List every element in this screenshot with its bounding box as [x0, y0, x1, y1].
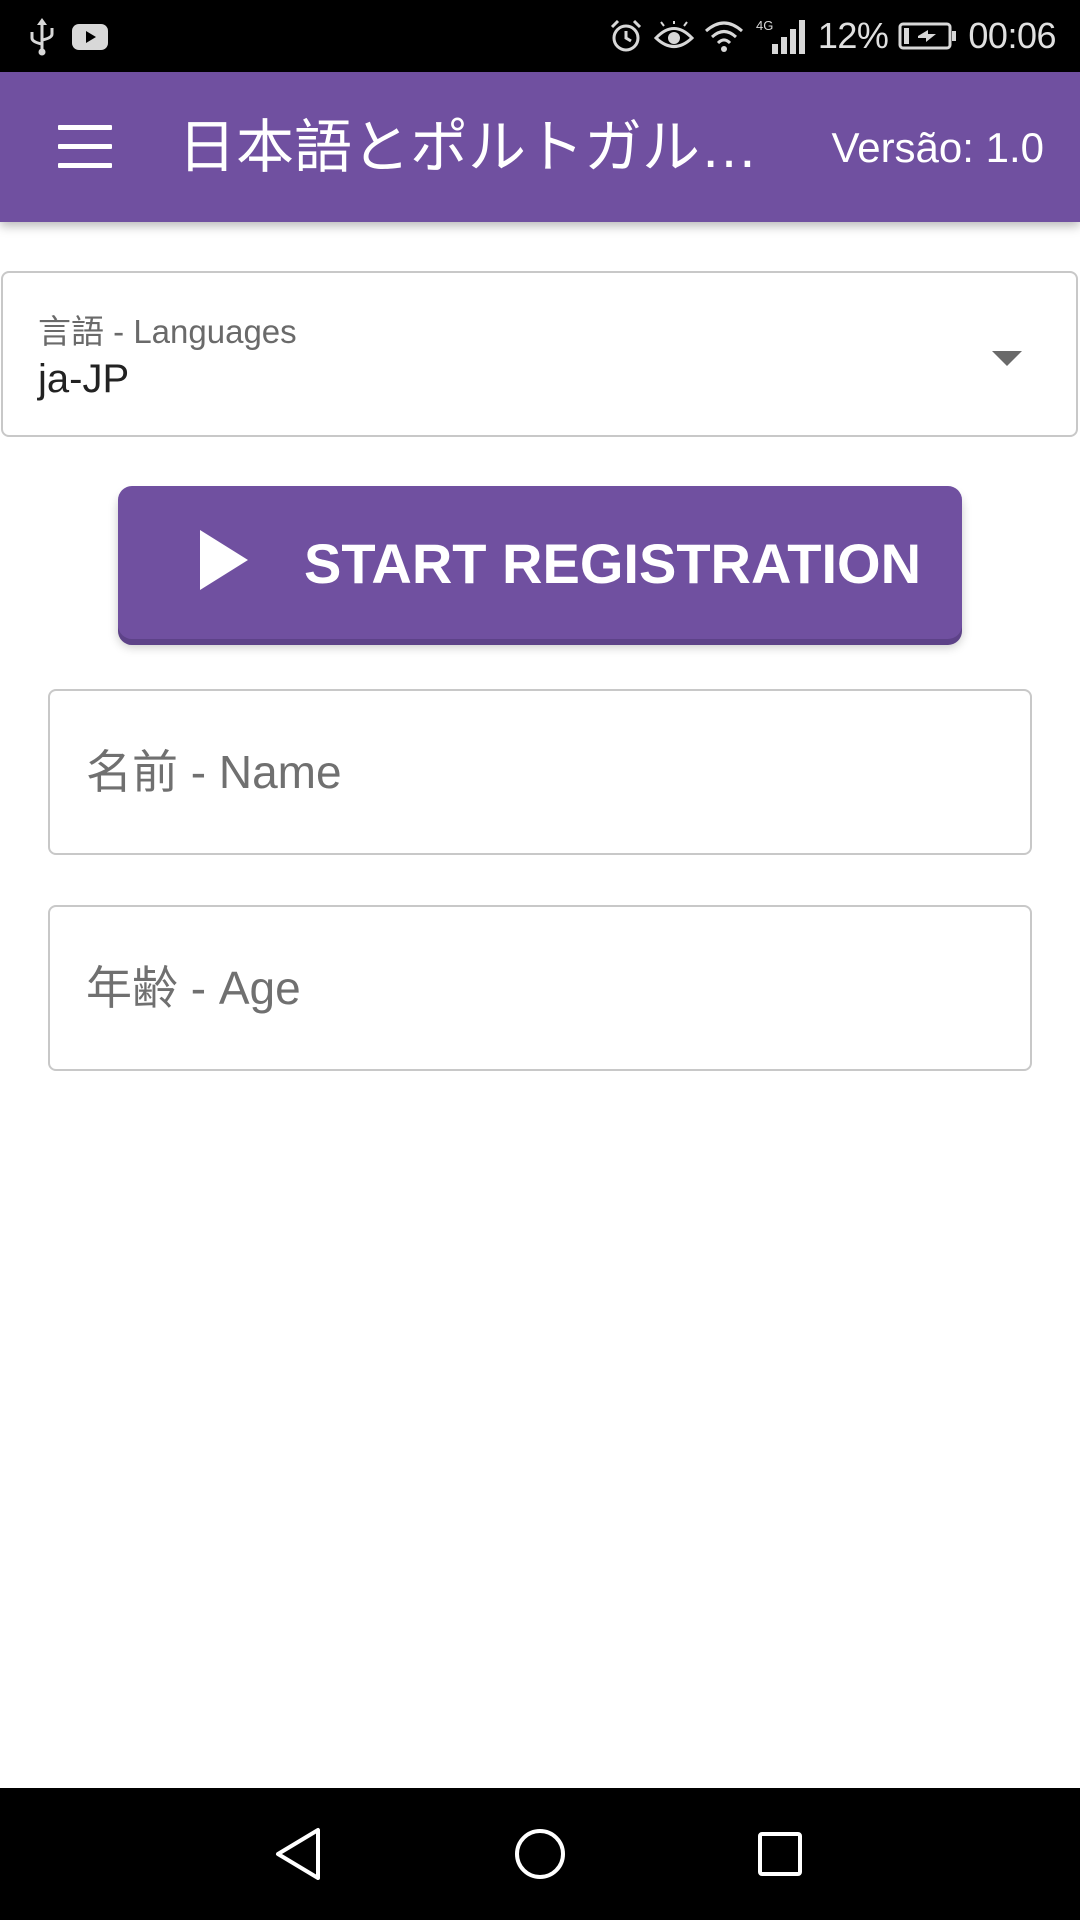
app-title: 日本語とポルトガル語… [178, 115, 788, 180]
battery-percent: 12% [817, 15, 889, 56]
wifi-icon [704, 19, 744, 53]
clock: 00:06 [968, 15, 1056, 56]
name-input[interactable] [50, 691, 1030, 853]
name-field [48, 689, 1032, 855]
status-bar: 4G 12% 00:06 [0, 0, 1080, 72]
status-left [30, 18, 108, 56]
status-right: 4G 12% 00:06 [608, 0, 1056, 72]
language-value: ja-JP [38, 357, 130, 401]
play-icon [200, 530, 248, 590]
hamburger-line [58, 144, 112, 149]
age-input[interactable] [50, 907, 1030, 1069]
home-icon [515, 1829, 565, 1879]
alarm-icon [608, 18, 644, 54]
usb-icon [30, 18, 54, 56]
app-version: Versão: 1.0 [831, 124, 1044, 171]
battery-icon [898, 21, 958, 51]
start-registration-label: START REGISTRATION [304, 532, 922, 595]
youtube-icon [72, 24, 108, 50]
hamburger-line [58, 163, 112, 168]
signal-icon: 4G [754, 16, 808, 56]
age-field [48, 905, 1032, 1071]
svg-text:4G: 4G [756, 18, 773, 33]
recents-icon [758, 1832, 802, 1876]
navigation-bar [0, 1788, 1080, 1920]
language-select[interactable]: 言語 - Languages ja-JP [1, 271, 1078, 437]
dropdown-arrow-icon [992, 351, 1022, 366]
home-button[interactable] [500, 1814, 580, 1894]
recents-button[interactable] [740, 1814, 820, 1894]
menu-button[interactable] [50, 112, 120, 182]
back-icon [276, 1828, 320, 1880]
hamburger-line [58, 125, 112, 130]
language-label: 言語 - Languages [38, 313, 297, 350]
back-button[interactable] [258, 1814, 338, 1894]
screen: 4G 12% 00:06 日本語とポルトガル語… Versão: 1.0 言語 … [0, 0, 1080, 1920]
start-registration-button[interactable]: START REGISTRATION [118, 486, 962, 639]
eye-icon [653, 21, 694, 51]
app-bar: 日本語とポルトガル語… Versão: 1.0 [0, 72, 1080, 222]
